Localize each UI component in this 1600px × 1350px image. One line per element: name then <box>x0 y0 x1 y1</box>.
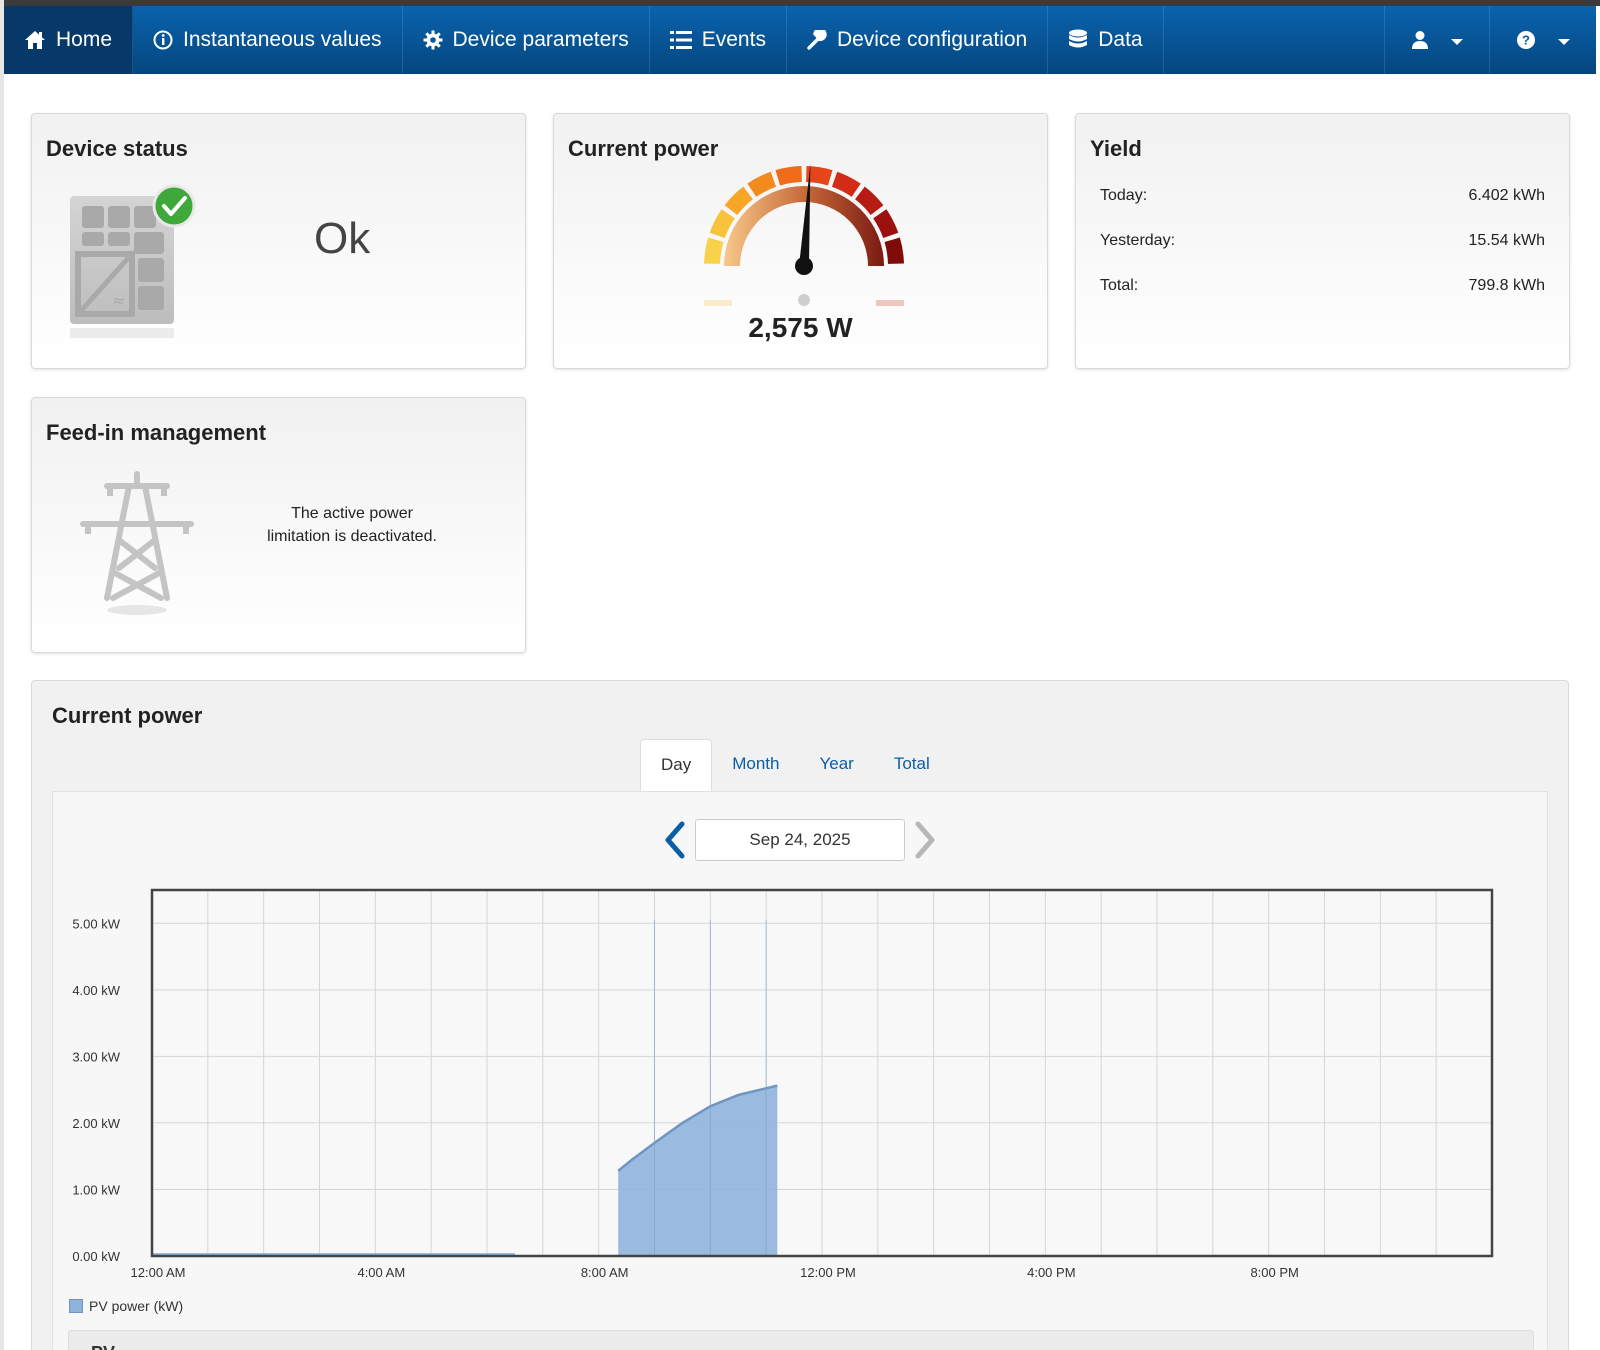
x-tick-label: 4:00 PM <box>1027 1265 1075 1280</box>
chart-panel-title: Current power <box>52 703 203 728</box>
gear-icon <box>423 30 443 50</box>
inverter-icon: ≈ <box>70 184 196 338</box>
yield-row-total: Total: 799.8 kWh <box>1100 277 1545 295</box>
tab-total[interactable]: Total <box>874 739 950 791</box>
current-power-card-title: Current power <box>568 136 719 161</box>
nav-events-label: Events <box>701 28 766 51</box>
next-date-arrow[interactable] <box>910 818 940 862</box>
nav-home-label: Home <box>56 28 113 51</box>
tab-day[interactable]: Day <box>640 739 713 791</box>
nav-right-group: ? <box>1384 6 1596 74</box>
period-tabs: Day Month Year Total <box>640 739 950 791</box>
gauge-segment <box>775 166 802 186</box>
yield-card: Yield Today: 6.402 kWh Yesterday: 15.54 … <box>1075 113 1570 369</box>
feed-in-status-text: The active power limitation is deactivat… <box>242 502 462 548</box>
yield-total-value: 799.8 kWh <box>1468 277 1545 294</box>
pv-subpanel[interactable]: PV <box>68 1330 1534 1350</box>
x-tick-label: 12:00 PM <box>800 1265 856 1280</box>
nav-home[interactable]: Home <box>4 6 134 74</box>
current-power-value: 2,575 W <box>748 312 853 343</box>
x-tick-label: 8:00 PM <box>1250 1265 1298 1280</box>
feed-in-line-1: The active power <box>291 505 413 522</box>
date-picker[interactable]: Sep 24, 2025 <box>695 819 905 861</box>
yield-row-today: Today: 6.402 kWh <box>1100 187 1545 205</box>
yield-total-label: Total: <box>1100 277 1139 294</box>
power-pylon-icon <box>80 471 194 615</box>
list-icon <box>669 31 692 49</box>
current-power-card: Current power 2,575 W <box>553 113 1048 369</box>
x-tick-label: 12:00 AM <box>131 1265 186 1280</box>
device-status-card: Device status ≈ Ok <box>31 113 526 369</box>
tab-year[interactable]: Year <box>799 739 873 791</box>
gauge-reflection <box>798 294 810 306</box>
user-menu-button[interactable] <box>1384 6 1489 74</box>
y-tick-label: 1.00 kW <box>72 1182 120 1197</box>
feed-in-management-card: Feed-in management The active power limi… <box>31 397 526 653</box>
database-icon <box>1069 29 1088 48</box>
user-icon <box>1412 31 1428 49</box>
y-tick-label: 5.00 kW <box>72 916 120 931</box>
y-tick-label: 3.00 kW <box>72 1049 120 1064</box>
info-circle-icon <box>153 30 173 50</box>
gauge-needle-hub <box>795 257 813 275</box>
yield-row-yesterday: Yesterday: 15.54 kWh <box>1100 232 1545 250</box>
gauge-segment <box>884 237 904 264</box>
device-status-value: Ok <box>314 214 371 263</box>
chart-legend: PV power (kW) <box>69 1298 183 1314</box>
previous-date-arrow[interactable] <box>660 818 690 862</box>
nav-device-parameters[interactable]: Device parameters <box>403 6 650 74</box>
yield-yesterday-label: Yesterday: <box>1100 232 1176 249</box>
gauge-segment <box>704 237 724 264</box>
yield-title: Yield <box>1090 136 1142 161</box>
nav-instantaneous-values-label: Instantaneous values <box>183 28 382 51</box>
gauge-reflection <box>876 300 904 306</box>
nav-device-parameters-label: Device parameters <box>452 28 629 51</box>
y-tick-label: 0.00 kW <box>72 1249 120 1264</box>
pv-power-chart: 0.00 kW 1.00 kW 2.00 kW 3.00 kW 4.00 kW 5.00 … <box>72 888 1494 1280</box>
wrench-icon <box>807 30 827 50</box>
power-gauge <box>704 164 904 306</box>
svg-text:?: ? <box>1522 33 1530 48</box>
gauge-reflection <box>704 300 732 306</box>
chevron-down-icon <box>1451 39 1463 45</box>
feed-in-title: Feed-in management <box>46 420 267 445</box>
nav-data[interactable]: Data <box>1048 6 1164 74</box>
svg-text:≈: ≈ <box>112 291 125 310</box>
x-tick-label: 8:00 AM <box>581 1265 629 1280</box>
main-navbar: Home Instantaneous values Device paramet… <box>4 6 1596 74</box>
help-menu-button[interactable]: ? <box>1489 6 1596 74</box>
legend-swatch <box>69 1299 83 1313</box>
yield-today-value: 6.402 kWh <box>1468 187 1545 204</box>
device-status-title: Device status <box>46 136 188 161</box>
nav-device-configuration[interactable]: Device configuration <box>787 6 1049 74</box>
yield-yesterday-value: 15.54 kWh <box>1468 232 1545 249</box>
y-tick-label: 4.00 kW <box>72 983 120 998</box>
nav-instantaneous-values[interactable]: Instantaneous values <box>133 6 403 74</box>
left-border <box>0 0 4 1350</box>
tab-month[interactable]: Month <box>712 739 799 791</box>
feed-in-line-2: limitation is deactivated. <box>267 528 437 545</box>
nav-events[interactable]: Events <box>650 6 787 74</box>
chevron-down-icon <box>1558 39 1570 45</box>
legend-label: PV power (kW) <box>89 1298 184 1314</box>
y-tick-label: 2.00 kW <box>72 1116 120 1131</box>
pv-subpanel-label: PV <box>91 1343 115 1350</box>
x-tick-label: 4:00 AM <box>357 1265 405 1280</box>
help-icon: ? <box>1517 31 1535 49</box>
yield-today-label: Today: <box>1100 187 1148 204</box>
home-icon <box>25 31 45 49</box>
nav-device-configuration-label: Device configuration <box>836 28 1028 51</box>
nav-data-label: Data <box>1098 28 1143 51</box>
